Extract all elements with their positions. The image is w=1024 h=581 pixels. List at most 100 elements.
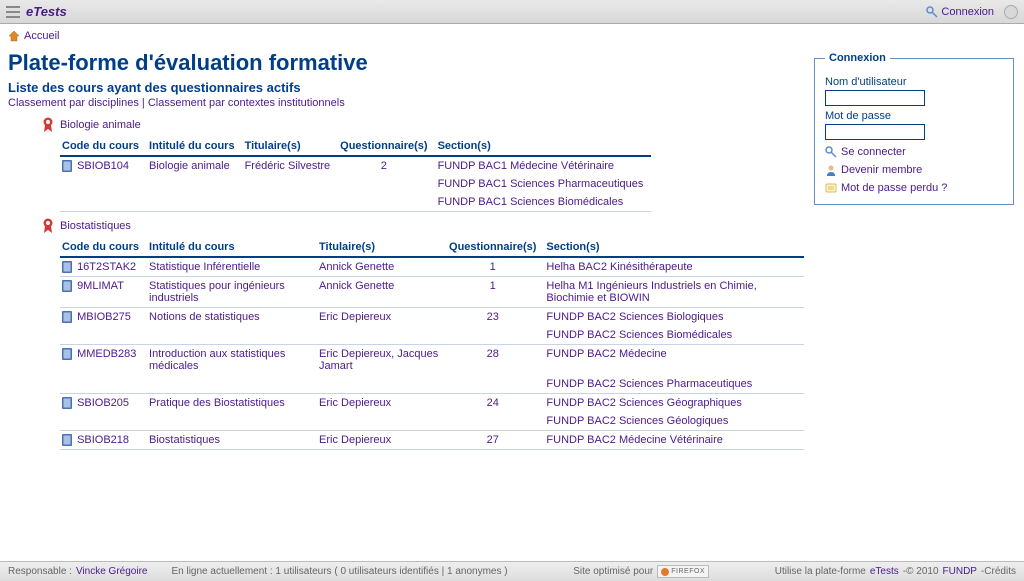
firefox-badge[interactable]: FIREFOX [657, 565, 709, 578]
course-holders[interactable]: Frédéric Silvestre [245, 160, 331, 172]
register-link[interactable]: Devenir membre [841, 164, 922, 176]
course-section[interactable]: FUNDP BAC2 Médecine [546, 348, 666, 360]
course-code-link[interactable]: SBIOB218 [77, 434, 129, 446]
col-quizzes: Questionnaire(s) [338, 137, 435, 156]
footer-resp-name[interactable]: Vincke Grégoire [76, 566, 148, 577]
course-quizzes[interactable]: 2 [381, 160, 387, 172]
col-code: Code du cours [60, 238, 147, 257]
course-quizzes[interactable]: 27 [487, 434, 499, 446]
password-input[interactable] [825, 124, 925, 140]
footer-uses1: Utilise la plate-forme [775, 566, 866, 577]
page-subtitle: Liste des cours ayant des questionnaires… [8, 80, 806, 95]
course-code-link[interactable]: 16T2STAK2 [77, 261, 136, 273]
course-section[interactable]: FUNDP BAC2 Sciences Biomédicales [546, 329, 732, 341]
footer-resp-label: Responsable : [8, 566, 72, 577]
footer-uses3: -Crédits [981, 566, 1016, 577]
course-section[interactable]: FUNDP BAC2 Sciences Pharmaceutiques [546, 378, 752, 390]
table-row: FUNDP BAC2 Sciences Pharmaceutiques [60, 375, 804, 394]
course-quizzes[interactable]: 1 [490, 261, 496, 273]
footer-right: Utilise la plate-forme eTests -© 2010 FU… [775, 566, 1016, 577]
username-label: Nom d'utilisateur [825, 76, 1003, 88]
login-submit-row: Se connecter [825, 146, 1003, 158]
course-section[interactable]: FUNDP BAC1 Sciences Biomédicales [438, 196, 624, 208]
page-title: Plate-forme d'évaluation formative [8, 50, 806, 76]
book-icon [62, 261, 72, 273]
col-sections: Section(s) [436, 137, 652, 156]
course-section[interactable]: FUNDP BAC2 Sciences Géographiques [546, 397, 741, 409]
app-menu-icon[interactable] [6, 5, 20, 19]
sort-by-discipline[interactable]: Classement par disciplines [8, 97, 139, 109]
course-quizzes[interactable]: 24 [487, 397, 499, 409]
discipline-header: Biologie animale [42, 117, 806, 133]
col-title: Intitulé du cours [147, 238, 317, 257]
col-quizzes: Questionnaire(s) [447, 238, 544, 257]
course-code-link[interactable]: MMEDB283 [77, 348, 136, 360]
course-section[interactable]: FUNDP BAC1 Sciences Pharmaceutiques [438, 178, 644, 190]
table-row: 16T2STAK2 Statistique Inférentielle Annick… [60, 257, 804, 277]
table-row: FUNDP BAC2 Sciences Géologiques [60, 412, 804, 431]
sort-line: Classement par disciplines | Classement … [8, 97, 806, 109]
course-code-link[interactable]: 9MLIMAT [77, 280, 124, 292]
course-holders[interactable]: Eric Depiereux [319, 434, 391, 446]
course-section[interactable]: FUNDP BAC2 Sciences Biologiques [546, 311, 723, 323]
sort-by-context[interactable]: Classement par contextes institutionnels [148, 97, 345, 109]
book-icon [62, 311, 72, 323]
footer: Responsable : Vincke Grégoire En ligne a… [0, 561, 1024, 581]
course-code-link[interactable]: SBIOB205 [77, 397, 129, 409]
discipline-header: Biostatistiques [42, 218, 806, 234]
table-row: SBIOB205 Pratique des Biostatistiques Eric… [60, 394, 804, 413]
course-section[interactable]: FUNDP BAC2 Médecine Vétérinaire [546, 434, 722, 446]
footer-etests[interactable]: eTests [870, 566, 899, 577]
course-quizzes[interactable]: 1 [490, 280, 496, 292]
course-title-link[interactable]: Introduction aux statistiques médicales [149, 348, 285, 372]
course-title-link[interactable]: Biologie animale [149, 160, 230, 172]
footer-fundp[interactable]: FUNDP [943, 566, 977, 577]
firefox-label: FIREFOX [671, 568, 705, 575]
footer-center: Site optimisé pour FIREFOX [573, 565, 709, 578]
course-quizzes[interactable]: 23 [487, 311, 499, 323]
course-section[interactable]: FUNDP BAC2 Sciences Géologiques [546, 415, 728, 427]
help-icon[interactable] [1004, 5, 1018, 19]
course-code-link[interactable]: MBIOB275 [77, 311, 131, 323]
course-code-link[interactable]: SBIOB104 [77, 160, 129, 172]
course-section[interactable]: FUNDP BAC1 Médecine Vétérinaire [438, 160, 614, 172]
username-input[interactable] [825, 90, 925, 106]
col-code: Code du cours [60, 137, 147, 156]
footer-uses2: -© 2010 [903, 566, 939, 577]
login-key-icon [825, 146, 837, 158]
table-row: MMEDB283 Introduction aux statistiques mé… [60, 345, 804, 376]
breadcrumb-home[interactable]: Accueil [24, 30, 59, 42]
course-title-link[interactable]: Statistiques pour ingénieurs industriels [149, 280, 285, 304]
courses-table: Code du coursIntitulé du coursTitulaire(… [60, 137, 651, 212]
table-row: MBIOB275 Notions de statistiques Eric Depi… [60, 308, 804, 327]
register-row: Devenir membre [825, 164, 1003, 176]
titlebar-login-label: Connexion [941, 6, 994, 18]
main: Plate-forme d'évaluation formative Liste… [0, 48, 1024, 458]
footer-left: Responsable : Vincke Grégoire En ligne a… [8, 566, 508, 577]
book-icon [62, 280, 72, 292]
lost-password-link[interactable]: Mot de passe perdu ? [841, 182, 947, 194]
courses-table: Code du coursIntitulé du coursTitulaire(… [60, 238, 804, 450]
ribbon-icon [42, 117, 54, 133]
titlebar-login-link[interactable]: Connexion [926, 6, 994, 18]
col-sections: Section(s) [544, 238, 804, 257]
course-holders[interactable]: Annick Genette [319, 280, 394, 292]
course-quizzes[interactable]: 28 [487, 348, 499, 360]
course-title-link[interactable]: Biostatistiques [149, 434, 220, 446]
course-holders[interactable]: Eric Depiereux, Jacques Jamart [319, 348, 438, 372]
titlebar: eTests Connexion [0, 0, 1024, 24]
course-title-link[interactable]: Statistique Inférentielle [149, 261, 260, 273]
discipline-link[interactable]: Biostatistiques [60, 220, 131, 232]
footer-optimized: Site optimisé pour [573, 566, 653, 577]
course-title-link[interactable]: Pratique des Biostatistiques [149, 397, 285, 409]
titlebar-right: Connexion [926, 5, 1018, 19]
course-holders[interactable]: Eric Depiereux [319, 311, 391, 323]
course-section[interactable]: Helha BAC2 Kinésithérapeute [546, 261, 692, 273]
course-holders[interactable]: Annick Genette [319, 261, 394, 273]
course-title-link[interactable]: Notions de statistiques [149, 311, 260, 323]
course-holders[interactable]: Eric Depiereux [319, 397, 391, 409]
discipline-link[interactable]: Biologie animale [60, 119, 141, 131]
course-section[interactable]: Helha M1 Ingénieurs Industriels en Chimi… [546, 280, 756, 304]
table-row: FUNDP BAC1 Sciences Biomédicales [60, 193, 651, 212]
login-submit[interactable]: Se connecter [841, 146, 906, 158]
